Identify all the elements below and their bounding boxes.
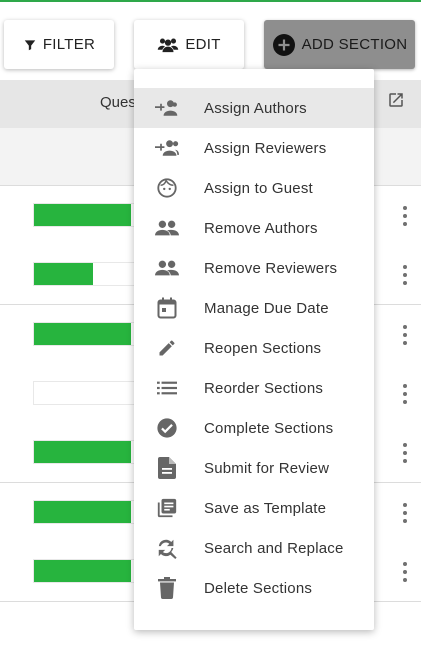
- group-add-icon: [154, 135, 180, 161]
- progress-bar: [33, 499, 143, 524]
- more-vert-icon[interactable]: [397, 441, 413, 465]
- edit-button-label: EDIT: [185, 36, 221, 53]
- add-section-button[interactable]: ADD SECTION: [264, 20, 415, 69]
- guest-face-icon: [154, 175, 180, 201]
- kebab-dot: [403, 569, 407, 574]
- menu-item-label: Assign Reviewers: [204, 139, 327, 157]
- menu-item-label: Reopen Sections: [204, 339, 322, 357]
- menu-item-assign-authors[interactable]: Assign Authors: [134, 88, 374, 128]
- document-icon: [154, 455, 180, 481]
- progress-bar-fill: [34, 204, 132, 226]
- menu-item-remove-reviewers[interactable]: Remove Reviewers: [134, 248, 374, 288]
- menu-item-label: Remove Authors: [204, 219, 318, 237]
- more-vert-icon[interactable]: [397, 323, 413, 347]
- kebab-dot: [403, 281, 407, 286]
- kebab-dot: [403, 561, 407, 566]
- menu-item-label: Assign to Guest: [204, 179, 313, 197]
- progress-bar: [33, 321, 143, 346]
- kebab-dot: [403, 399, 407, 404]
- menu-item-label: Delete Sections: [204, 579, 313, 597]
- more-vert-icon[interactable]: [397, 263, 413, 287]
- menu-item-label: Reorder Sections: [204, 379, 324, 397]
- filter-button[interactable]: FILTER: [4, 20, 114, 69]
- progress-bar: [33, 380, 143, 405]
- people-icon: [154, 215, 180, 241]
- library-books-icon: [154, 495, 180, 521]
- menu-item-assign-to-guest[interactable]: Assign to Guest: [134, 168, 374, 208]
- progress-bar: [33, 558, 143, 583]
- kebab-dot: [403, 502, 407, 507]
- pencil-icon: [154, 335, 180, 361]
- people-icon: [154, 255, 180, 281]
- progress-bar-fill: [34, 500, 132, 523]
- kebab-dot: [403, 383, 407, 388]
- menu-item-label: Manage Due Date: [204, 299, 329, 317]
- menu-item-label: Complete Sections: [204, 419, 334, 437]
- kebab-dot: [403, 451, 407, 456]
- menu-item-delete-sections[interactable]: Delete Sections: [134, 568, 374, 608]
- progress-bar: [33, 262, 143, 287]
- list-icon: [154, 375, 180, 401]
- users-icon: [157, 37, 179, 53]
- kebab-dot: [403, 214, 407, 218]
- menu-item-label: Remove Reviewers: [204, 259, 338, 277]
- progress-bar-fill: [34, 322, 132, 345]
- filter-icon: [23, 38, 37, 52]
- more-vert-icon[interactable]: [397, 560, 413, 584]
- progress-bar: [33, 440, 143, 465]
- progress-bar: [33, 203, 143, 227]
- kebab-dot: [403, 332, 407, 337]
- kebab-dot: [403, 340, 407, 345]
- kebab-dot: [403, 265, 407, 270]
- progress-bar-fill: [34, 559, 132, 582]
- trash-icon: [154, 575, 180, 601]
- menu-item-label: Save as Template: [204, 499, 327, 517]
- kebab-dot: [403, 510, 407, 515]
- add-section-button-label: ADD SECTION: [301, 36, 408, 53]
- kebab-dot: [403, 577, 407, 582]
- kebab-dot: [403, 443, 407, 448]
- more-vert-icon[interactable]: [397, 501, 413, 525]
- menu-item-manage-due-date[interactable]: Manage Due Date: [134, 288, 374, 328]
- open-in-new-icon[interactable]: [387, 91, 405, 114]
- menu-item-label: Assign Authors: [204, 99, 307, 117]
- menu-item-assign-reviewers[interactable]: Assign Reviewers: [134, 128, 374, 168]
- add-circle-icon: [272, 33, 296, 57]
- column-header-questions: Ques: [100, 94, 136, 111]
- menu-item-remove-authors[interactable]: Remove Authors: [134, 208, 374, 248]
- menu-item-save-as-template[interactable]: Save as Template: [134, 488, 374, 528]
- menu-item-label: Search and Replace: [204, 539, 344, 557]
- menu-item-reorder-sections[interactable]: Reorder Sections: [134, 368, 374, 408]
- menu-item-label: Submit for Review: [204, 459, 330, 477]
- person-add-icon: [154, 95, 180, 121]
- kebab-dot: [403, 324, 407, 329]
- kebab-dot: [403, 222, 407, 226]
- menu-item-submit-for-review[interactable]: Submit for Review: [134, 448, 374, 488]
- progress-bar-fill: [34, 441, 132, 464]
- top-accent-line: [0, 0, 421, 2]
- menu-item-reopen-sections[interactable]: Reopen Sections: [134, 328, 374, 368]
- menu-item-complete-sections[interactable]: Complete Sections: [134, 408, 374, 448]
- calendar-icon: [154, 295, 180, 321]
- kebab-dot: [403, 391, 407, 396]
- filter-button-label: FILTER: [42, 36, 96, 53]
- more-vert-icon[interactable]: [397, 204, 413, 228]
- kebab-dot: [403, 273, 407, 278]
- kebab-dot: [403, 206, 407, 210]
- check-circle-icon: [154, 415, 180, 441]
- find-replace-icon: [154, 535, 180, 561]
- edit-button[interactable]: EDIT: [134, 20, 244, 69]
- kebab-dot: [403, 459, 407, 464]
- menu-item-search-and-replace[interactable]: Search and Replace: [134, 528, 374, 568]
- more-vert-icon[interactable]: [397, 382, 413, 406]
- kebab-dot: [403, 518, 407, 523]
- edit-menu: Assign Authors Assign Reviewers Assign to …: [134, 69, 374, 630]
- progress-bar-fill: [34, 263, 94, 286]
